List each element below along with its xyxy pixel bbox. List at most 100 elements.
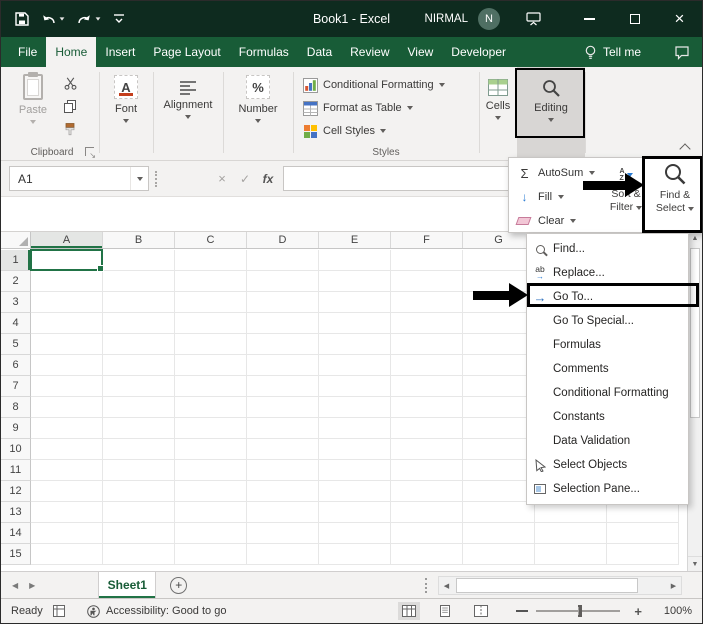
cell-D6[interactable]	[247, 355, 319, 376]
tab-formulas[interactable]: Formulas	[230, 37, 298, 67]
cell-E1[interactable]	[319, 250, 391, 271]
new-sheet-button[interactable]	[170, 576, 188, 594]
cell-G9[interactable]	[463, 418, 535, 439]
zoom-out-button[interactable]	[516, 610, 529, 612]
tab-file[interactable]: File	[9, 37, 46, 67]
cell-B2[interactable]	[103, 271, 175, 292]
cell-A3[interactable]	[31, 292, 103, 313]
horizontal-scrollbar-thumb[interactable]	[456, 578, 638, 593]
column-header-D[interactable]: D	[247, 232, 319, 248]
cell-E13[interactable]	[319, 502, 391, 523]
cell-D9[interactable]	[247, 418, 319, 439]
cell-F13[interactable]	[391, 502, 463, 523]
ribbon-display-options-button[interactable]	[526, 12, 541, 26]
cell-A11[interactable]	[31, 460, 103, 481]
cell-A1[interactable]	[31, 250, 103, 271]
cell-D4[interactable]	[247, 313, 319, 334]
menu-item-find[interactable]: Find...	[527, 237, 688, 261]
row-header-7[interactable]: 7	[1, 376, 31, 397]
font-group-button[interactable]: Font	[99, 67, 153, 160]
select-all-corner[interactable]	[1, 232, 31, 248]
cell-G10[interactable]	[463, 439, 535, 460]
comments-button[interactable]	[674, 45, 690, 60]
cell-A7[interactable]	[31, 376, 103, 397]
cell-A6[interactable]	[31, 355, 103, 376]
fill-button[interactable]: Fill	[517, 187, 565, 207]
cell-G12[interactable]	[463, 481, 535, 502]
row-header-14[interactable]: 14	[1, 523, 31, 544]
cell-C9[interactable]	[175, 418, 247, 439]
row-header-8[interactable]: 8	[1, 397, 31, 418]
scroll-up-arrow[interactable]	[688, 231, 702, 246]
cell-F3[interactable]	[391, 292, 463, 313]
cell-G11[interactable]	[463, 460, 535, 481]
insert-function-button[interactable]: fx	[257, 166, 279, 191]
zoom-level-button[interactable]: 100%	[656, 605, 692, 617]
cell-E12[interactable]	[319, 481, 391, 502]
cell-G15[interactable]	[463, 544, 535, 565]
cell-F5[interactable]	[391, 334, 463, 355]
cell-I13[interactable]	[607, 502, 679, 523]
cell-E4[interactable]	[319, 313, 391, 334]
zoom-slider-thumb[interactable]	[577, 605, 582, 617]
menu-item-conditional-formatting[interactable]: Conditional Formatting	[527, 381, 688, 405]
close-button[interactable]	[657, 1, 702, 37]
cell-D10[interactable]	[247, 439, 319, 460]
menu-item-replace[interactable]: Replace...	[527, 261, 688, 285]
cell-C3[interactable]	[175, 292, 247, 313]
cell-G13[interactable]	[463, 502, 535, 523]
tab-page-layout[interactable]: Page Layout	[144, 37, 229, 67]
column-header-F[interactable]: F	[391, 232, 463, 248]
cell-G5[interactable]	[463, 334, 535, 355]
cell-G8[interactable]	[463, 397, 535, 418]
cell-A8[interactable]	[31, 397, 103, 418]
cell-G4[interactable]	[463, 313, 535, 334]
alignment-group-button[interactable]: Alignment	[153, 67, 223, 160]
cell-A15[interactable]	[31, 544, 103, 565]
tab-developer[interactable]: Developer	[442, 37, 515, 67]
cell-I15[interactable]	[607, 544, 679, 565]
copy-button[interactable]	[61, 98, 79, 115]
cell-D8[interactable]	[247, 397, 319, 418]
cell-B15[interactable]	[103, 544, 175, 565]
cell-E8[interactable]	[319, 397, 391, 418]
cut-button[interactable]	[61, 75, 79, 92]
cell-E7[interactable]	[319, 376, 391, 397]
column-header-E[interactable]: E	[319, 232, 391, 248]
cell-D11[interactable]	[247, 460, 319, 481]
cell-H15[interactable]	[535, 544, 607, 565]
cell-B14[interactable]	[103, 523, 175, 544]
cell-B5[interactable]	[103, 334, 175, 355]
cell-F2[interactable]	[391, 271, 463, 292]
cell-C13[interactable]	[175, 502, 247, 523]
cell-E14[interactable]	[319, 523, 391, 544]
cell-C8[interactable]	[175, 397, 247, 418]
menu-item-comments[interactable]: Comments	[527, 357, 688, 381]
row-header-13[interactable]: 13	[1, 502, 31, 523]
cell-A10[interactable]	[31, 439, 103, 460]
column-header-C[interactable]: C	[175, 232, 247, 248]
cell-C6[interactable]	[175, 355, 247, 376]
conditional-formatting-button[interactable]: Conditional Formatting	[303, 75, 445, 95]
cell-B7[interactable]	[103, 376, 175, 397]
formula-bar-resize-handle[interactable]	[155, 171, 158, 187]
menu-item-formulas[interactable]: Formulas	[527, 333, 688, 357]
clear-button[interactable]: Clear	[515, 211, 577, 231]
cell-D13[interactable]	[247, 502, 319, 523]
cell-D15[interactable]	[247, 544, 319, 565]
cell-G1[interactable]	[463, 250, 535, 271]
macro-recording-button[interactable]	[53, 605, 65, 617]
cell-F4[interactable]	[391, 313, 463, 334]
scroll-right-arrow[interactable]	[666, 577, 681, 594]
page-layout-view-button[interactable]	[434, 602, 456, 620]
cell-F14[interactable]	[391, 523, 463, 544]
cell-D3[interactable]	[247, 292, 319, 313]
menu-item-go-to-special[interactable]: Go To Special...	[527, 309, 688, 333]
tab-insert[interactable]: Insert	[96, 37, 144, 67]
cell-A12[interactable]	[31, 481, 103, 502]
accessibility-status-button[interactable]: Accessibility: Good to go	[87, 604, 226, 618]
cell-D12[interactable]	[247, 481, 319, 502]
tab-home[interactable]: Home	[46, 37, 97, 67]
cell-B3[interactable]	[103, 292, 175, 313]
cell-F1[interactable]	[391, 250, 463, 271]
